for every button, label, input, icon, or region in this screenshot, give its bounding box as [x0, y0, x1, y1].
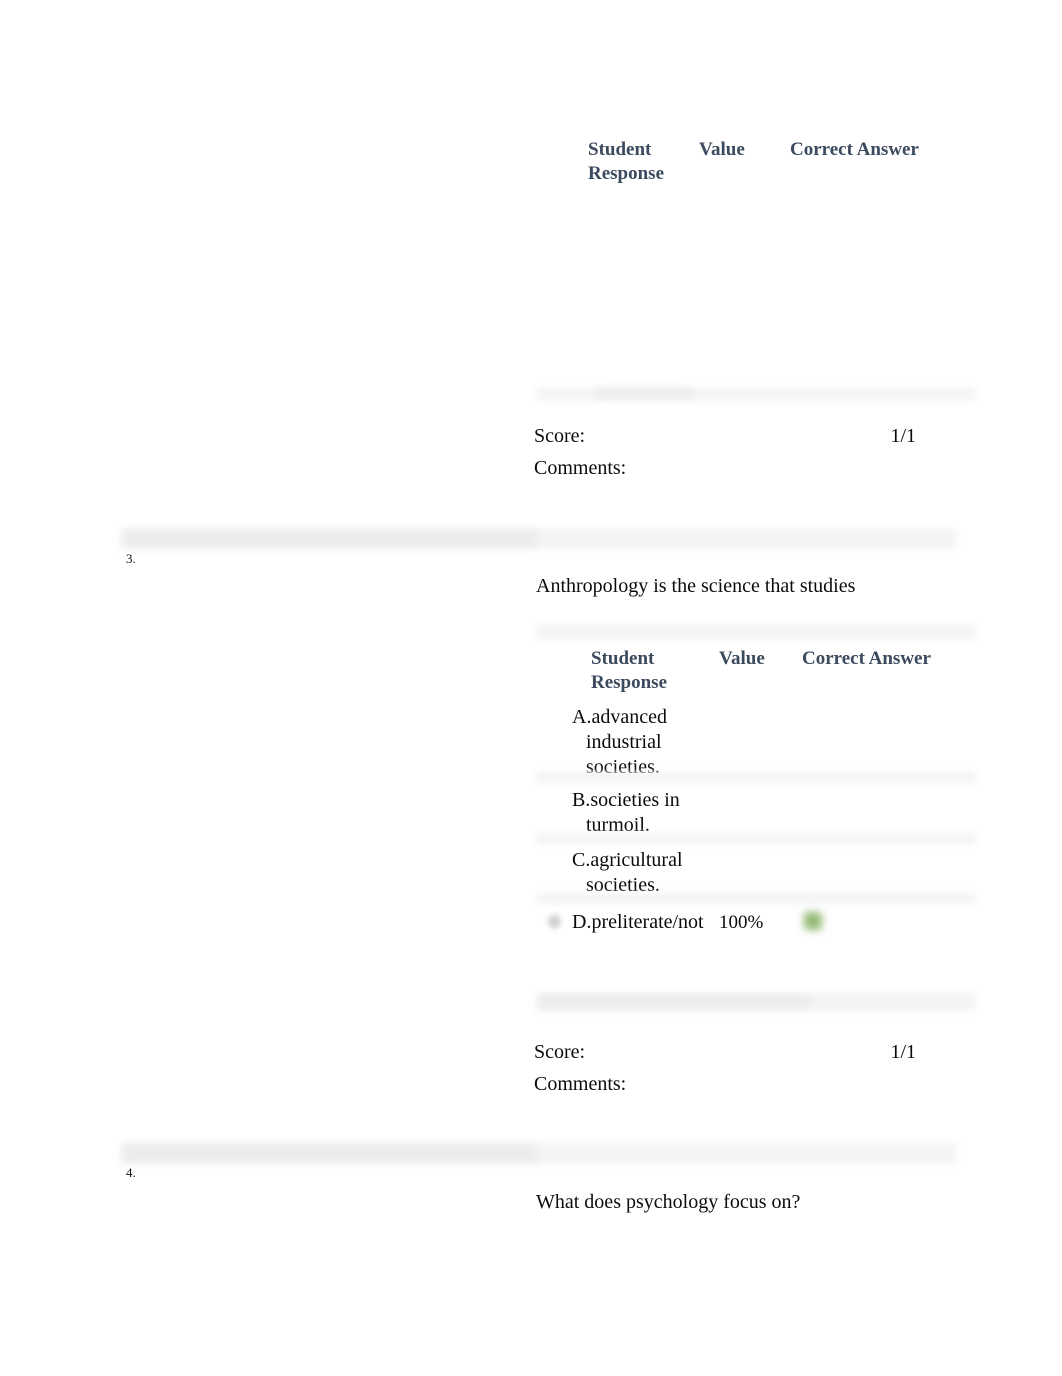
quiz-review-page: Student Response Value Correct Answer Sc…	[0, 0, 1062, 1376]
question-stem-4: What does psychology focus on?	[536, 1191, 801, 1213]
question-number-4: 4.	[126, 1165, 136, 1180]
question-block-4: 4. What does psychology focus on?	[0, 0, 1062, 1376]
